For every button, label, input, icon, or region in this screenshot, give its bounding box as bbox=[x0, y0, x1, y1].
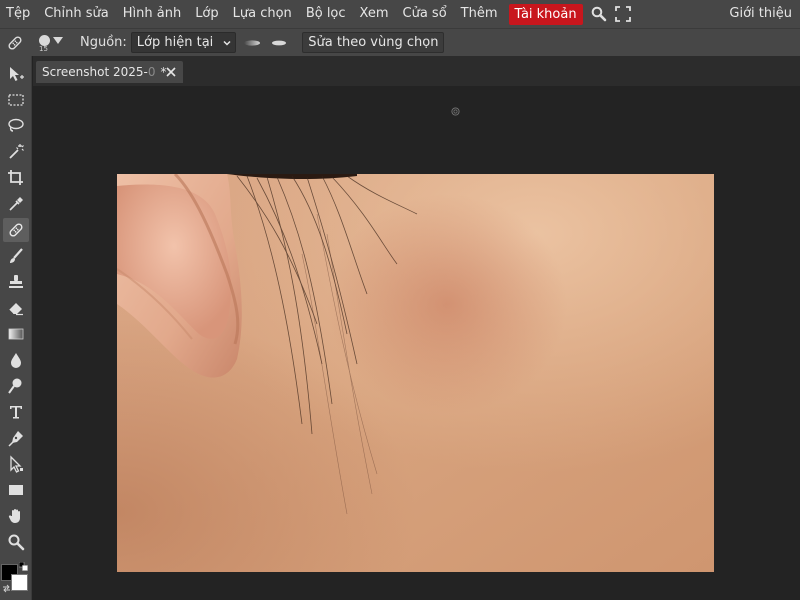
default-colors-icon[interactable] bbox=[19, 562, 28, 571]
chevron-down-icon bbox=[223, 40, 231, 46]
document-tab[interactable]: Screenshot 2025-0 * bbox=[36, 61, 183, 83]
text-icon[interactable] bbox=[3, 400, 29, 424]
about-link[interactable]: Giới thiệu bbox=[722, 0, 800, 28]
healing-cursor-icon bbox=[451, 107, 460, 116]
soft-brush-mode-icon[interactable] bbox=[242, 33, 262, 53]
eyedropper-icon[interactable] bbox=[3, 192, 29, 216]
path-select-icon[interactable] bbox=[3, 452, 29, 476]
options-bar: 15 Nguồn: Lớp hiện tại Sửa theo vùng chọ… bbox=[0, 28, 800, 56]
source-label: Nguồn: bbox=[80, 35, 127, 50]
marquee-icon[interactable] bbox=[3, 88, 29, 112]
menu-image[interactable]: Hình ảnh bbox=[116, 0, 188, 28]
source-value: Lớp hiện tại bbox=[136, 35, 214, 50]
swap-colors-icon[interactable] bbox=[2, 584, 11, 593]
hand-icon[interactable] bbox=[3, 504, 29, 528]
menu-edit[interactable]: Chỉnh sửa bbox=[37, 0, 116, 28]
menu-view[interactable]: Xem bbox=[353, 0, 396, 28]
menu-select[interactable]: Lựa chọn bbox=[226, 0, 299, 28]
healing-brush-icon bbox=[0, 29, 30, 57]
move-select-icon[interactable] bbox=[3, 62, 29, 86]
document-tab-strip: Screenshot 2025-0 * bbox=[33, 56, 800, 86]
fullscreen-icon[interactable] bbox=[611, 0, 635, 28]
document-area: Screenshot 2025-0 * bbox=[33, 56, 800, 600]
healing-brush-tool-icon[interactable] bbox=[3, 218, 29, 242]
menu-layer[interactable]: Lớp bbox=[188, 0, 225, 28]
skin-photo bbox=[117, 174, 714, 572]
search-icon[interactable] bbox=[587, 0, 611, 28]
image-canvas[interactable] bbox=[117, 174, 714, 572]
color-swatches bbox=[0, 560, 32, 600]
photo-editor-app: Tệp Chỉnh sửa Hình ảnh Lớp Lựa chọn Bộ l… bbox=[0, 0, 800, 600]
pen-icon[interactable] bbox=[3, 426, 29, 450]
crop-icon[interactable] bbox=[3, 166, 29, 190]
brush-size-picker[interactable]: 15 bbox=[34, 29, 68, 57]
account-button[interactable]: Tài khoản bbox=[508, 3, 583, 25]
document-tab-title-main: Screenshot 2025- bbox=[42, 65, 148, 79]
rectangle-shape-icon[interactable] bbox=[3, 478, 29, 502]
zoom-icon[interactable] bbox=[3, 530, 29, 554]
hard-brush-mode-icon[interactable] bbox=[268, 33, 288, 53]
menu-bar: Tệp Chỉnh sửa Hình ảnh Lớp Lựa chọn Bộ l… bbox=[0, 0, 800, 28]
eraser-icon[interactable] bbox=[3, 296, 29, 320]
blur-icon[interactable] bbox=[3, 348, 29, 372]
lasso-icon[interactable] bbox=[3, 114, 29, 138]
brush-size-value: 15 bbox=[39, 44, 48, 53]
tools-panel bbox=[0, 56, 32, 600]
source-select[interactable]: Lớp hiện tại bbox=[130, 32, 237, 53]
menu-filter[interactable]: Bộ lọc bbox=[299, 0, 353, 28]
menu-more[interactable]: Thêm bbox=[454, 0, 505, 28]
brush-icon[interactable] bbox=[3, 244, 29, 268]
dodge-icon[interactable] bbox=[3, 374, 29, 398]
document-tab-title-faded: 0 bbox=[147, 65, 156, 79]
fix-by-selection-button[interactable]: Sửa theo vùng chọn bbox=[302, 32, 445, 53]
menu-file[interactable]: Tệp bbox=[0, 0, 37, 28]
clone-stamp-icon[interactable] bbox=[3, 270, 29, 294]
gradient-icon[interactable] bbox=[3, 322, 29, 346]
background-color-swatch[interactable] bbox=[11, 574, 28, 591]
magic-wand-icon[interactable] bbox=[3, 140, 29, 164]
chevron-down-icon bbox=[53, 36, 63, 44]
menu-window[interactable]: Cửa sổ bbox=[396, 0, 454, 28]
close-icon[interactable] bbox=[165, 66, 177, 78]
document-tab-title: Screenshot 2025-0 bbox=[42, 65, 155, 79]
